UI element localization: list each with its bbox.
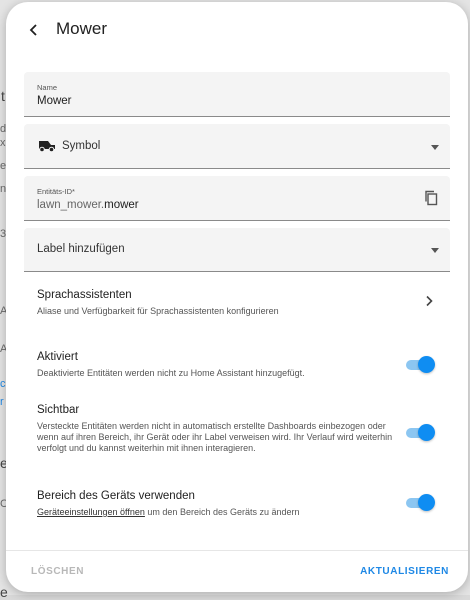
chevron-left-icon bbox=[29, 24, 37, 36]
back-button[interactable] bbox=[20, 16, 48, 44]
name-field-label: Name bbox=[37, 83, 58, 92]
entity-id-value: lawn_mower.mower bbox=[37, 199, 139, 211]
icon-picker-placeholder: Symbol bbox=[62, 140, 101, 152]
enabled-title: Aktiviert bbox=[37, 351, 78, 363]
entity-id-prefix: lawn_mower. bbox=[37, 199, 105, 211]
device-area-desc-suffix: um den Bereich des Geräts zu ändern bbox=[144, 507, 300, 517]
chevron-down-icon[interactable] bbox=[431, 248, 439, 253]
visible-desc: Versteckte Entitäten werden nicht in aut… bbox=[37, 421, 393, 453]
visible-toggle[interactable] bbox=[406, 424, 436, 442]
background-fragment: c bbox=[0, 378, 6, 390]
toggle-thumb bbox=[418, 494, 435, 511]
device-area-toggle[interactable] bbox=[406, 494, 436, 512]
labels-placeholder: Label hinzufügen bbox=[37, 243, 125, 255]
name-field[interactable]: Name Mower bbox=[24, 72, 450, 117]
chevron-down-icon[interactable] bbox=[431, 145, 439, 150]
update-button[interactable]: AKTUALISIEREN bbox=[360, 566, 449, 577]
footer-divider bbox=[6, 550, 468, 551]
device-area-title: Bereich des Geräts verwenden bbox=[37, 490, 195, 502]
toggle-thumb bbox=[418, 424, 435, 441]
background-fragment: t bbox=[1, 88, 5, 104]
dialog-title: Mower bbox=[56, 19, 108, 38]
background-fragment: r bbox=[0, 396, 4, 408]
chevron-right-icon[interactable] bbox=[424, 295, 434, 307]
name-field-value: Mower bbox=[37, 95, 72, 107]
copy-icon[interactable] bbox=[424, 190, 438, 206]
delete-button[interactable]: LÖSCHEN bbox=[31, 566, 84, 577]
enabled-row: Aktiviert Deaktivierte Entitäten werden … bbox=[37, 351, 397, 379]
voice-assistants-desc: Aliase und Verfügbarkeit für Sprachassis… bbox=[37, 306, 279, 316]
visible-title: Sichtbar bbox=[37, 404, 80, 416]
visible-row: Sichtbar Versteckte Entitäten werden nic… bbox=[37, 404, 397, 454]
voice-assistants-title: Sprachassistenten bbox=[37, 289, 132, 301]
icon-picker[interactable]: Symbol bbox=[24, 124, 450, 169]
entity-id-field[interactable]: Entitäts-ID* lawn_mower.mower bbox=[24, 176, 450, 221]
enabled-desc: Deaktivierte Entitäten werden nicht zu H… bbox=[37, 368, 305, 378]
entity-settings-dialog: Mower Name Mower Symbol Entitäts-ID* law… bbox=[6, 2, 468, 592]
labels-picker[interactable]: Label hinzufügen bbox=[24, 228, 450, 272]
voice-assistants-row[interactable]: Sprachassistenten Aliase und Verfügbarke… bbox=[37, 289, 417, 317]
entity-id-label: Entitäts-ID* bbox=[37, 187, 75, 196]
robot-mower-icon bbox=[39, 141, 55, 152]
device-area-desc: Geräteeinstellungen öffnen um den Bereic… bbox=[37, 507, 397, 518]
background-fragment: x bbox=[0, 137, 6, 149]
entity-id-suffix: mower bbox=[104, 199, 139, 211]
enabled-toggle[interactable] bbox=[406, 356, 436, 374]
background-fragment: e bbox=[0, 584, 8, 600]
device-settings-link[interactable]: Geräteeinstellungen öffnen bbox=[37, 507, 145, 517]
device-area-row: Bereich des Geräts verwenden Geräteeinst… bbox=[37, 490, 397, 518]
toggle-thumb bbox=[418, 356, 435, 373]
dialog-header: Mower bbox=[6, 2, 468, 60]
